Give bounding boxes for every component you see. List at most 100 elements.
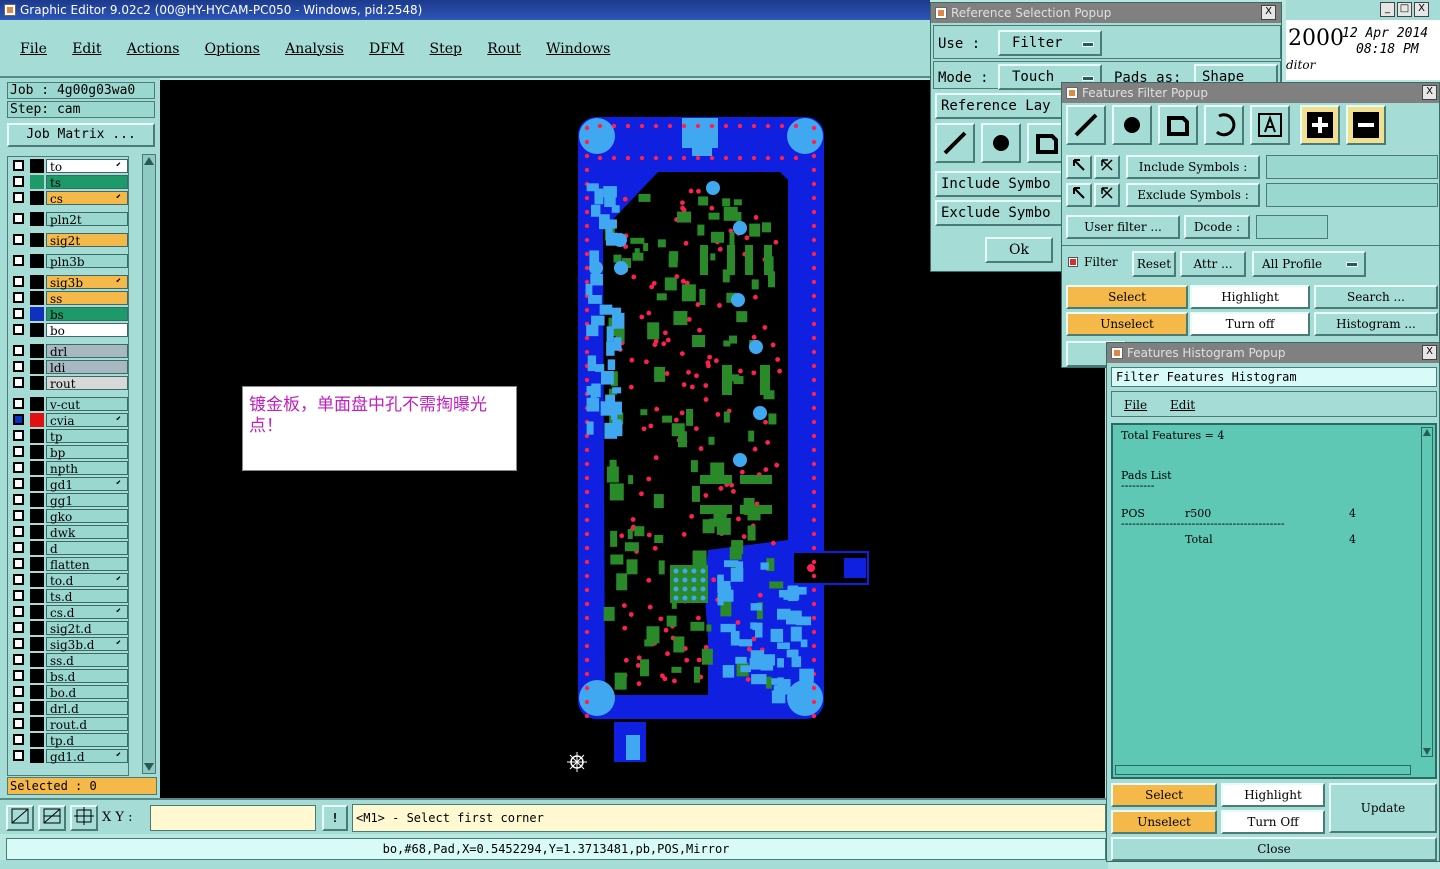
layer-row[interactable]: ss xyxy=(8,291,128,306)
layer-checkbox[interactable] xyxy=(13,377,24,388)
layer-row[interactable]: bo xyxy=(8,323,128,338)
layer-color-swatch[interactable] xyxy=(30,605,44,619)
layer-checkbox[interactable] xyxy=(13,734,24,745)
layer-checkbox[interactable] xyxy=(13,414,24,425)
layer-color-swatch[interactable] xyxy=(30,159,44,173)
layer-checkbox[interactable] xyxy=(13,542,24,553)
layer-row[interactable]: pln3b xyxy=(8,254,128,269)
layer-row[interactable]: pln2t xyxy=(8,212,128,227)
layer-checkbox[interactable] xyxy=(13,192,24,203)
ref-popup-titlebar[interactable]: Reference Selection Popup X xyxy=(931,3,1281,23)
layer-color-swatch[interactable] xyxy=(30,653,44,667)
layer-checkbox[interactable] xyxy=(13,324,24,335)
layer-name[interactable]: d xyxy=(46,541,128,556)
filter-popup-close-button[interactable]: X xyxy=(1422,85,1437,100)
snap-center-button[interactable] xyxy=(70,805,98,831)
layer-name[interactable]: v-cut xyxy=(46,397,128,412)
layer-color-swatch[interactable] xyxy=(30,717,44,731)
layer-color-swatch[interactable] xyxy=(30,291,44,305)
histogram-highlight-button[interactable]: Highlight xyxy=(1221,783,1325,807)
maximize-button[interactable]: □ xyxy=(1397,2,1412,17)
layer-row[interactable]: drl xyxy=(8,344,128,359)
histogram-turn-off-button[interactable]: Turn Off xyxy=(1221,810,1325,834)
menu-file[interactable]: File xyxy=(20,41,47,57)
layer-name[interactable]: drl xyxy=(46,344,128,359)
layer-checkbox[interactable] xyxy=(13,670,24,681)
histogram-titlebar[interactable]: Features Histogram Popup X xyxy=(1107,343,1439,363)
filter-popup-titlebar[interactable]: Features Filter Popup X xyxy=(1062,83,1439,103)
layer-color-swatch[interactable] xyxy=(30,212,44,226)
scroll-up-icon[interactable] xyxy=(144,157,154,165)
use-option-menu[interactable]: Filter xyxy=(998,30,1102,56)
layer-name[interactable]: ss.d xyxy=(46,653,128,668)
layer-color-swatch[interactable] xyxy=(30,509,44,523)
layer-name[interactable]: sig2t xyxy=(46,233,128,248)
layer-color-swatch[interactable] xyxy=(30,254,44,268)
minimize-button[interactable]: _ xyxy=(1380,2,1395,17)
layer-checkbox[interactable] xyxy=(13,574,24,585)
reset-button[interactable]: Reset xyxy=(1132,251,1176,277)
filter-negative-tool[interactable] xyxy=(1346,105,1386,145)
layer-row[interactable]: ts.d xyxy=(8,589,128,604)
layer-row[interactable]: bo.d xyxy=(8,685,128,700)
job-matrix-button[interactable]: Job Matrix ... xyxy=(7,123,155,147)
layer-name[interactable]: bo.d xyxy=(46,685,128,700)
layer-name[interactable]: flatten xyxy=(46,557,128,572)
layer-checkbox[interactable] xyxy=(13,255,24,266)
layer-name[interactable]: bs xyxy=(46,307,128,322)
layer-name[interactable]: bs.d xyxy=(46,669,128,684)
menu-step[interactable]: Step xyxy=(430,41,462,57)
layer-name[interactable]: gg1 xyxy=(46,493,128,508)
layer-row[interactable]: cs ⬋ xyxy=(8,191,128,206)
ref-line-tool[interactable] xyxy=(935,123,975,163)
layer-row[interactable]: bs.d xyxy=(8,669,128,684)
layer-row[interactable]: gd1 ⬋ xyxy=(8,477,128,492)
layer-name[interactable]: ts.d xyxy=(46,589,128,604)
layer-color-swatch[interactable] xyxy=(30,175,44,189)
layer-row[interactable]: d xyxy=(8,541,128,556)
scroll-down-icon[interactable] xyxy=(1423,748,1431,755)
layer-color-swatch[interactable] xyxy=(30,429,44,443)
ref-include-symbols[interactable]: Include Symbo xyxy=(935,171,1063,197)
layer-row[interactable]: sig3b.d ⬋ xyxy=(8,637,128,652)
layer-row[interactable]: sig2t xyxy=(8,233,128,248)
layer-row[interactable]: bp xyxy=(8,445,128,460)
layer-name[interactable]: rout xyxy=(46,376,128,391)
layer-checkbox[interactable] xyxy=(13,292,24,303)
layer-color-swatch[interactable] xyxy=(30,493,44,507)
profile-option-menu[interactable]: All Profile xyxy=(1252,251,1366,277)
layer-name[interactable]: sig2t.d xyxy=(46,621,128,636)
layer-checkbox[interactable] xyxy=(13,398,24,409)
filter-histogram-button[interactable]: Histogram ... xyxy=(1314,312,1438,336)
layer-name[interactable]: ts xyxy=(46,175,128,190)
exclude-pick-button[interactable] xyxy=(1066,183,1092,207)
dcode-input[interactable] xyxy=(1256,215,1328,239)
layer-row[interactable]: rout xyxy=(8,376,128,391)
layer-row[interactable]: gko xyxy=(8,509,128,524)
layer-checkbox[interactable] xyxy=(13,234,24,245)
layer-row[interactable]: dwk xyxy=(8,525,128,540)
layer-checkbox[interactable] xyxy=(13,176,24,187)
layer-checkbox[interactable] xyxy=(13,654,24,665)
ref-popup-close-button[interactable]: X xyxy=(1261,5,1276,20)
layer-checkbox[interactable] xyxy=(13,510,24,521)
histogram-text-area[interactable]: Total Features = 4 Pads List --------- P… xyxy=(1111,423,1437,779)
layer-name[interactable]: rout.d xyxy=(46,717,128,732)
layer-color-swatch[interactable] xyxy=(30,413,44,427)
histogram-update-button[interactable]: Update xyxy=(1329,783,1437,833)
layer-row[interactable]: tp.d xyxy=(8,733,128,748)
menu-windows[interactable]: Windows xyxy=(546,41,610,57)
filter-line-tool[interactable] xyxy=(1066,105,1106,145)
layer-checkbox[interactable] xyxy=(13,686,24,697)
layer-row[interactable]: npth xyxy=(8,461,128,476)
layer-checkbox[interactable] xyxy=(13,622,24,633)
layer-row[interactable]: bs xyxy=(8,307,128,322)
layer-row[interactable]: cs.d ⬋ xyxy=(8,605,128,620)
histogram-close-button[interactable]: Close xyxy=(1111,837,1437,861)
snap-grid-button[interactable] xyxy=(6,805,34,831)
layer-checkbox[interactable] xyxy=(13,462,24,473)
layer-checkbox[interactable] xyxy=(13,308,24,319)
include-symbols-input[interactable] xyxy=(1266,155,1438,179)
histogram-hscrollbar[interactable] xyxy=(1115,765,1411,775)
menu-analysis[interactable]: Analysis xyxy=(285,41,344,57)
